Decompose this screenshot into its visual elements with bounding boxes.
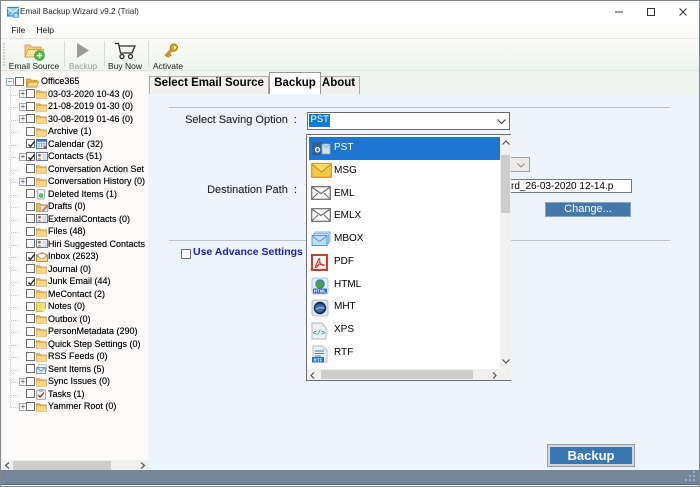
svg-text:RTF: RTF (314, 357, 323, 362)
svg-text:HTML: HTML (314, 288, 327, 293)
svg-text:o: o (314, 145, 320, 156)
svg-text:</>: </> (313, 330, 326, 338)
